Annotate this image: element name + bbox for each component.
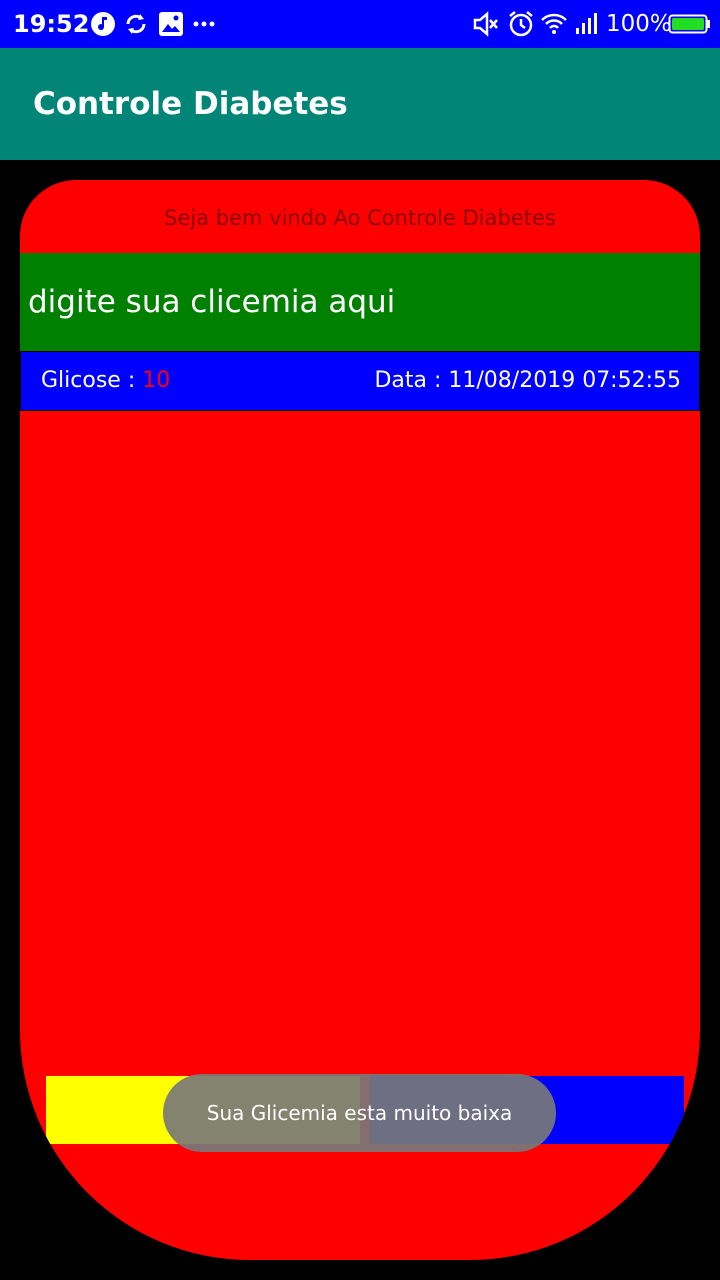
battery-icon — [668, 14, 710, 34]
app-bar: Controle Diabetes — [0, 48, 720, 160]
wifi-icon — [541, 13, 567, 34]
status-bar: 19:52 100% — [0, 0, 720, 48]
alarm-icon — [509, 11, 533, 37]
status-time: 19:52 — [13, 10, 90, 38]
battery-percent: 100% — [606, 11, 672, 37]
record-date: Data : 11/08/2019 07:52:55 — [374, 368, 681, 393]
toast-message: Sua Glicemia esta muito baixa — [163, 1074, 556, 1152]
signal-icon — [576, 13, 597, 34]
app-title: Controle Diabetes — [33, 86, 348, 122]
welcome-text: Seja bem vindo Ao Controle Diabetes — [164, 206, 556, 230]
glicose-value: 10 — [142, 368, 171, 393]
glucose-record-row[interactable]: Glicose : 10 Data : 11/08/2019 07:52:55 — [20, 351, 700, 411]
music-note-icon — [91, 12, 115, 36]
image-icon — [159, 12, 183, 36]
glicose-label: Glicose : — [41, 368, 136, 393]
more-dots-icon — [193, 21, 215, 27]
sync-icon — [126, 14, 146, 34]
glycemia-input[interactable] — [20, 253, 700, 351]
mute-icon — [473, 11, 498, 37]
